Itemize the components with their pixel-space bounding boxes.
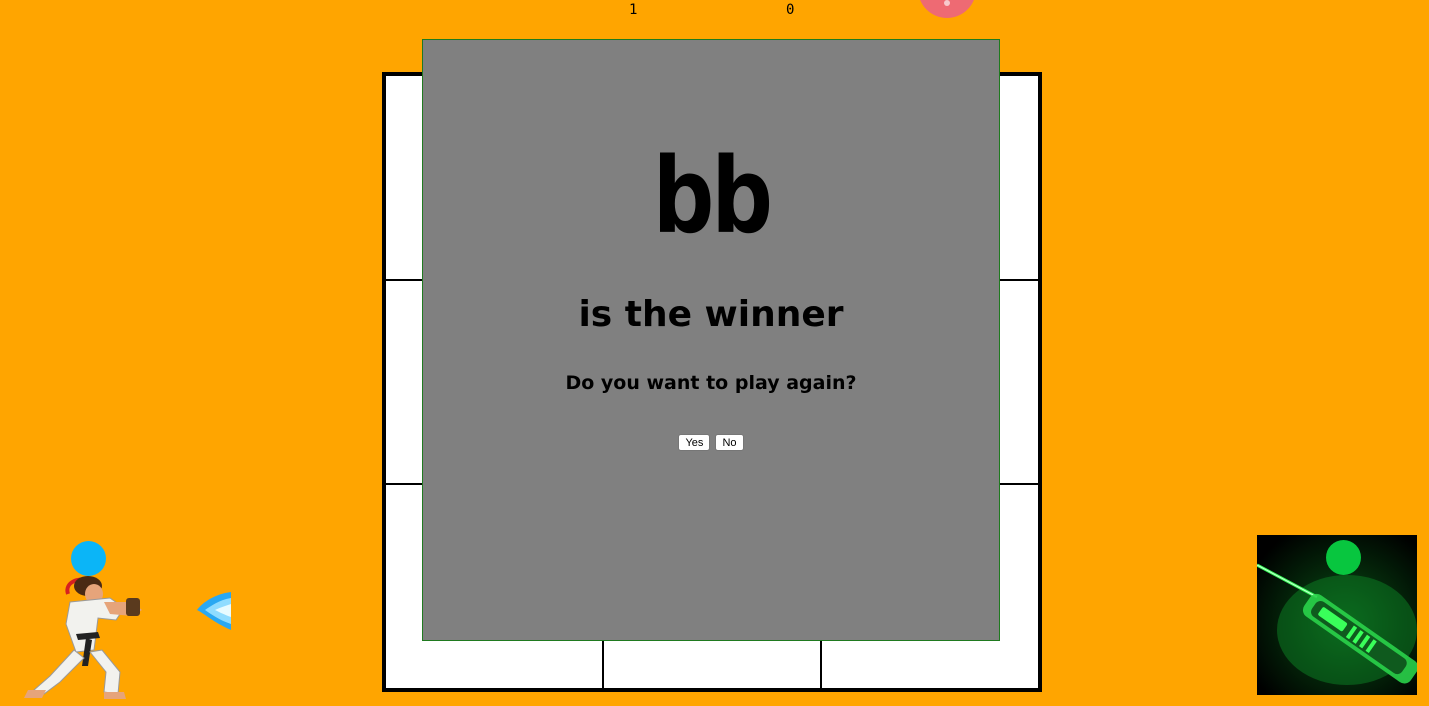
ryu-fighter-icon [20,572,150,700]
hadouken-fireball-icon [195,588,235,634]
top-marker-icon [918,0,976,18]
winner-name: bb [652,135,773,257]
player1-score: 1 [629,2,638,18]
winner-text: is the winner [578,294,844,335]
play-again-prompt: Do you want to play again? [565,372,857,394]
player1-indicator [71,541,106,576]
no-button[interactable]: No [715,434,744,451]
player2-score: 0 [786,2,795,18]
winner-modal: bb is the winner Do you want to play aga… [422,39,1000,641]
player2-indicator [1326,540,1361,575]
modal-buttons: Yes No [423,434,999,451]
yes-button[interactable]: Yes [678,434,711,451]
